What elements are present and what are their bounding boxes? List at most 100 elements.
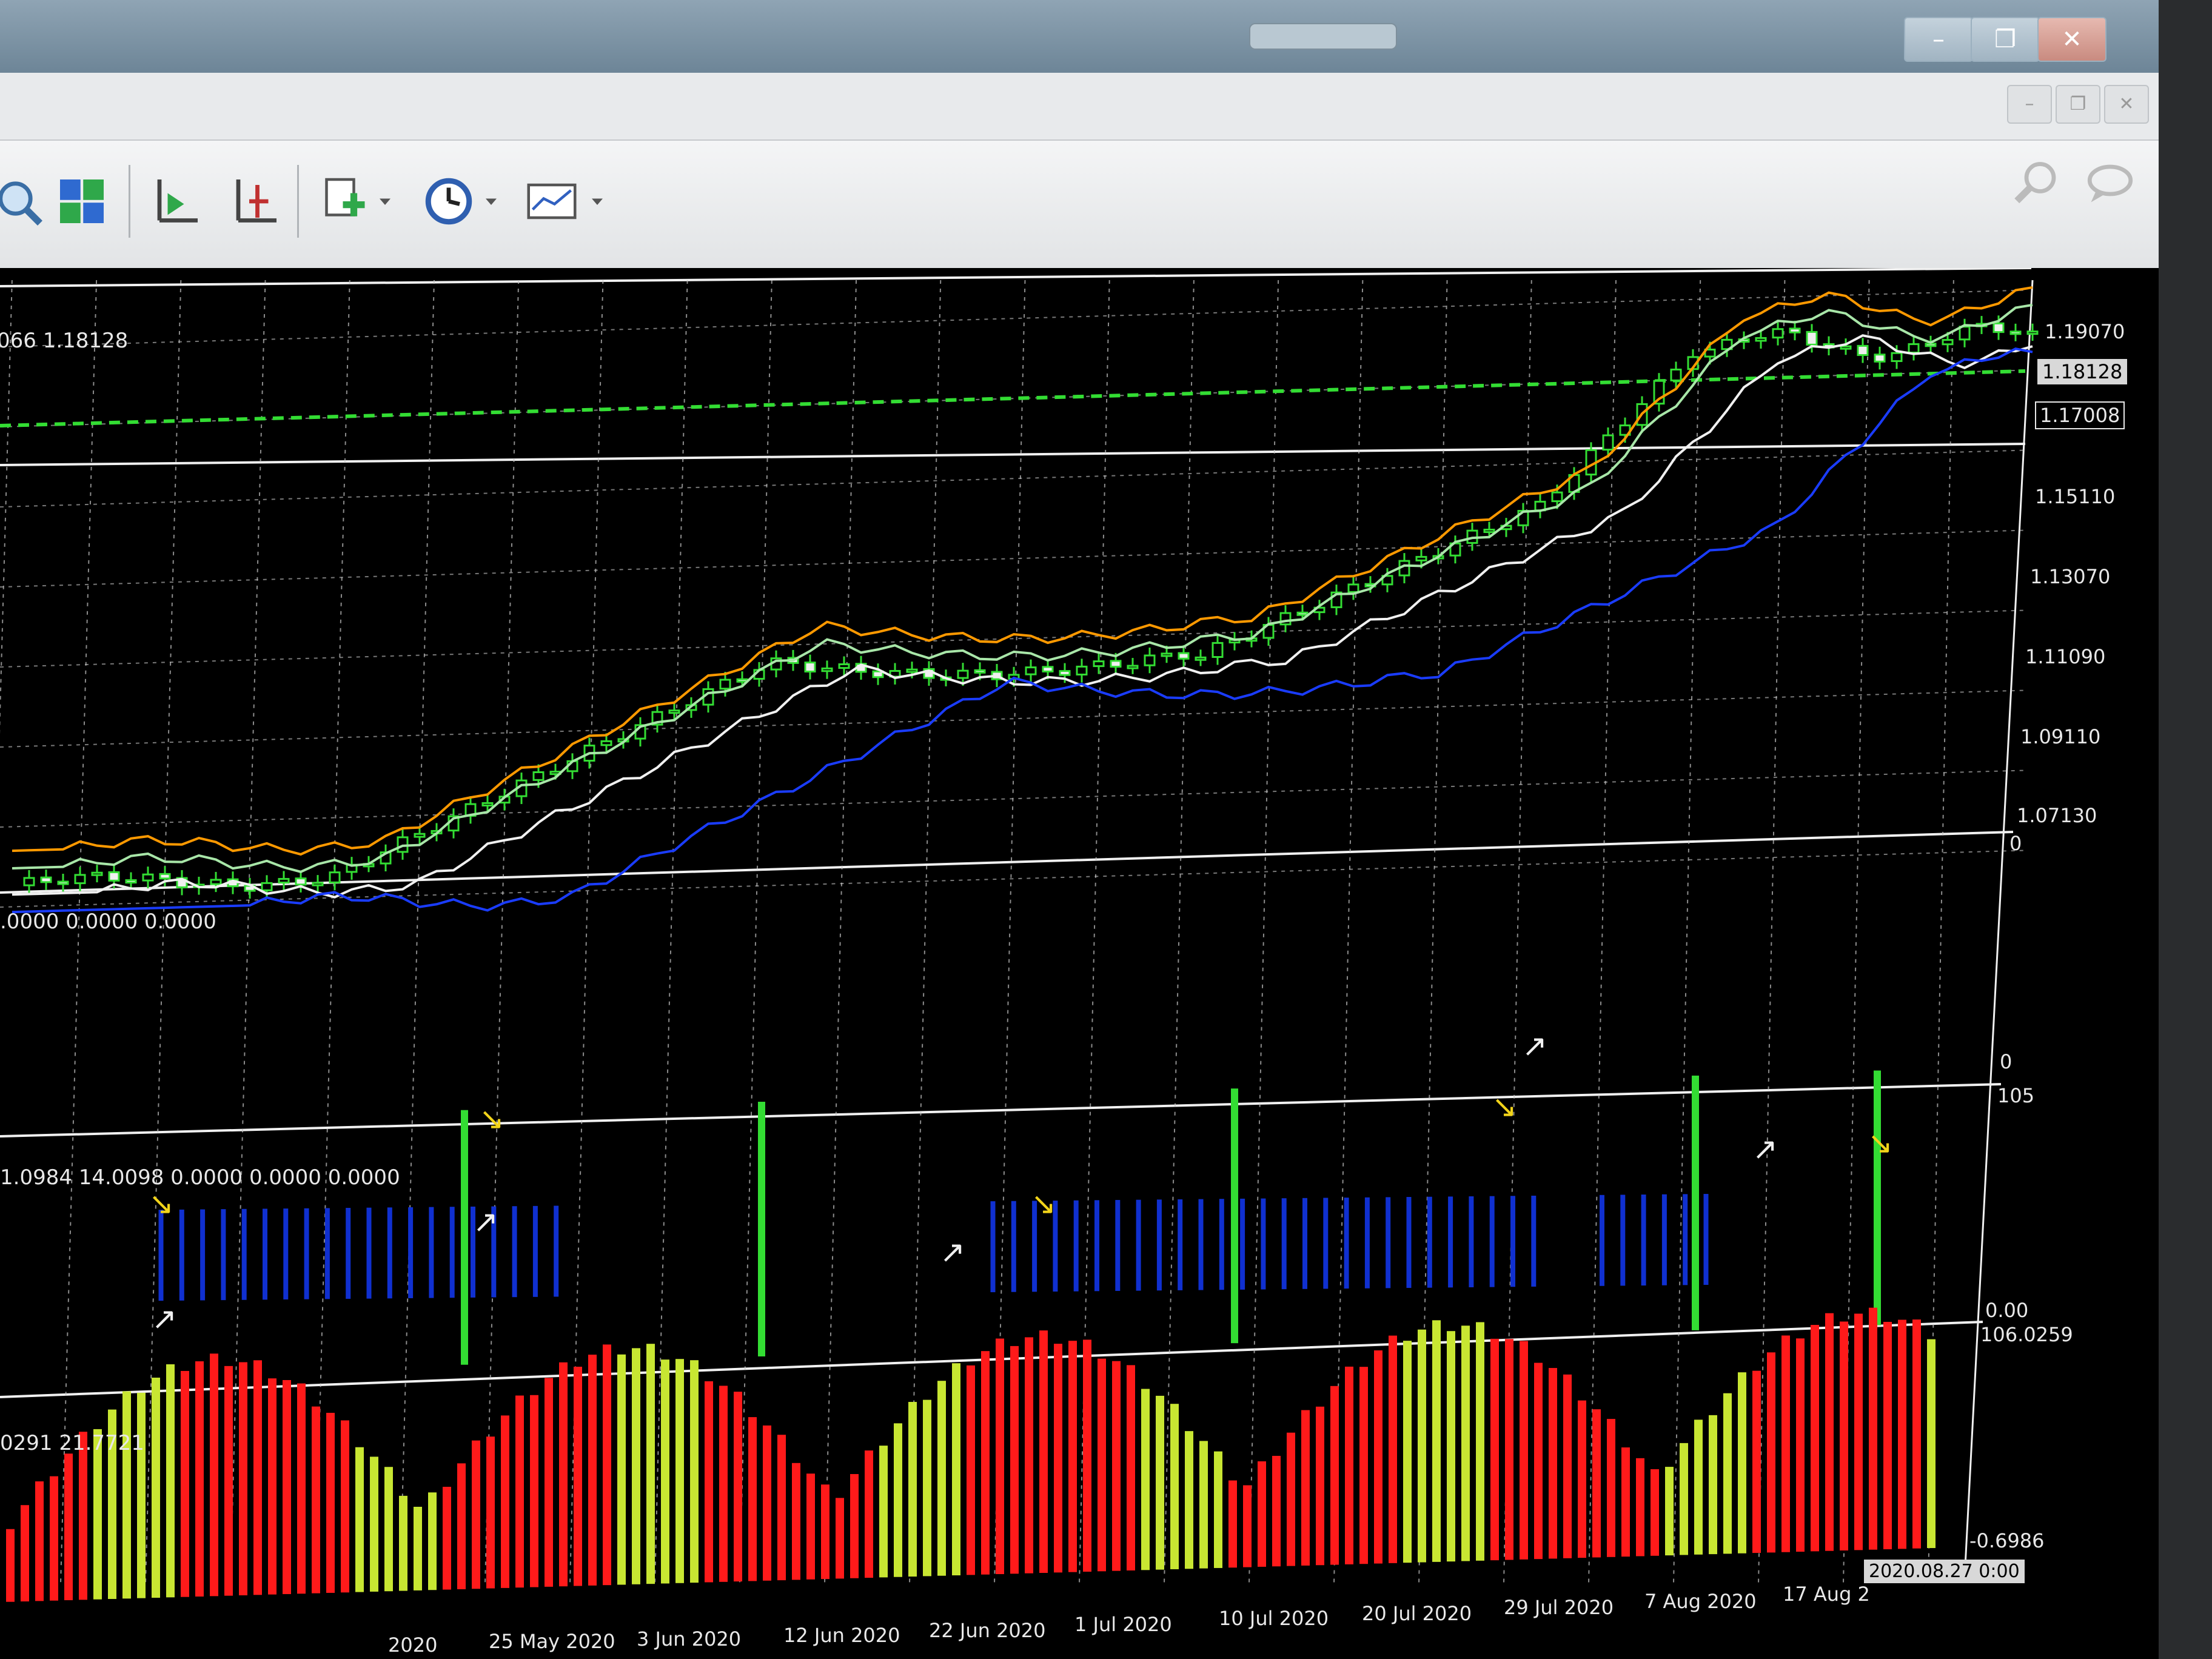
oscillator-bar [1883,1322,1892,1550]
oscillator-bar [1490,1338,1499,1561]
date-label: 12 Jun 2020 [783,1624,900,1647]
templates-icon[interactable] [521,171,582,232]
volume-bar [408,1207,414,1298]
periods-icon[interactable] [418,171,479,232]
oscillator-bar [1665,1467,1674,1556]
chat-icon[interactable] [2080,153,2140,213]
volume-bar [346,1208,351,1299]
zoom-out-icon[interactable] [0,171,49,232]
oscillator-bar [1563,1374,1572,1558]
middle-band-line [12,303,2033,873]
candle-body [906,668,918,673]
grid-line-horizontal [0,609,2026,668]
panel4-header: 0291 21.7721 [0,1431,144,1455]
panel2-header: .0000 0.0000 0.0000 [0,910,216,934]
toolbar-separator [297,165,299,238]
volume-bar [1323,1198,1329,1289]
volume-bar [1620,1195,1626,1286]
oscillator-bar [312,1406,320,1594]
oscillator-bar [937,1381,946,1576]
oscillator-bar [646,1344,655,1584]
candle-body [1755,337,1767,342]
candle-body [261,882,273,891]
oscillator-bar [1461,1326,1470,1561]
oscillator-bar [1781,1335,1790,1552]
volume-bar [1156,1199,1162,1291]
arrow-up-icon: ↗ [473,1204,498,1239]
panel3-header: 1.0984 14.0098 0.0000 0.0000 0.0000 [0,1165,400,1190]
oscillator-bar [1301,1410,1310,1566]
volume-bar [1302,1198,1307,1289]
child-minimize-button[interactable]: – [2007,85,2052,124]
chart-window[interactable]: ↗ ↗ ↗ ↗ ↗ ↘ ↘ ↘ ↘ ↘ 066 1.18128 .0000 0.0000 0.00… [0,268,2159,1659]
child-close-button[interactable]: ✕ [2104,85,2149,124]
oscillator-bar [632,1348,640,1584]
date-label: 22 Jun 2020 [929,1619,1046,1642]
volume-bar [1073,1200,1079,1292]
candle-body [481,802,494,806]
chart-canvas[interactable]: ↗↗↗↗↗↘↘↘↘↘ [0,268,2159,1659]
volume-bar [200,1209,206,1301]
oscillator-bar [501,1415,509,1588]
volume-bar [1344,1198,1349,1289]
chevron-down-icon[interactable] [582,171,612,232]
grid-line-horizontal [0,449,2026,508]
close-button[interactable]: ✕ [2037,17,2106,62]
oscillator-bar [1098,1358,1106,1572]
price-label: 1.19070 [2045,320,2125,343]
oscillator-bar [1592,1409,1601,1558]
tile-windows-icon[interactable] [52,171,112,232]
volume-bar [1427,1196,1432,1288]
oscillator-bar [574,1366,582,1586]
monitor-bezel [2159,0,2212,1659]
title-bar: – ❐ ✕ [0,0,2159,73]
grid-line-horizontal [0,689,2026,748]
grid-line-vertical [1164,280,1195,1584]
signal-spike [461,1110,468,1365]
volume-bar [1469,1196,1474,1287]
oscillator-bar [428,1492,437,1590]
oscillator-bar [952,1363,960,1576]
candle-body [1076,665,1088,675]
oscillator-bar [1621,1447,1630,1557]
candle-body [40,876,52,883]
volume-bar [1683,1194,1688,1285]
autoscroll-icon[interactable] [146,171,206,232]
candle-body [719,679,731,690]
oscillator-bar [806,1473,815,1580]
oscillator-bar [1112,1361,1121,1571]
date-label: 3 Jun 2020 [637,1627,742,1651]
lower-band-line [12,334,2033,899]
volume-bar [1261,1198,1266,1290]
oscillator-bar [865,1450,873,1578]
oscillator-bar [981,1351,990,1575]
oscillator-bar [559,1362,568,1587]
candle-body [125,879,137,884]
oscillator-bar [268,1378,276,1595]
child-maximize-button[interactable]: ❐ [2056,85,2100,124]
add-indicator-icon[interactable] [315,171,376,232]
date-label: 29 Jul 2020 [1504,1596,1614,1619]
oscillator-bar [603,1344,611,1586]
oscillator-bar [1403,1341,1412,1563]
candle-body [600,740,612,746]
grid-line-horizontal [0,769,2026,828]
oscillator-bar [137,1392,146,1598]
candle-body [1874,354,1886,363]
oscillator-bar [836,1498,844,1579]
grid-line-horizontal [0,289,2026,347]
maximize-button[interactable]: ❐ [1971,17,2040,62]
search-icon[interactable] [2007,153,2068,213]
minimize-button[interactable]: – [1904,17,1973,62]
oscillator-bar [705,1381,713,1583]
volume-bar [1406,1197,1412,1289]
oscillator-bar [1709,1415,1717,1555]
price-label: 1.07130 [2017,804,2097,827]
chart-shift-icon[interactable] [224,171,285,232]
candle-body [1195,656,1207,661]
chevron-down-icon[interactable] [476,171,506,232]
candle-body [1025,666,1037,675]
candle-body [821,667,833,672]
chevron-down-icon[interactable] [370,171,400,232]
oscillator-bar [588,1355,597,1586]
